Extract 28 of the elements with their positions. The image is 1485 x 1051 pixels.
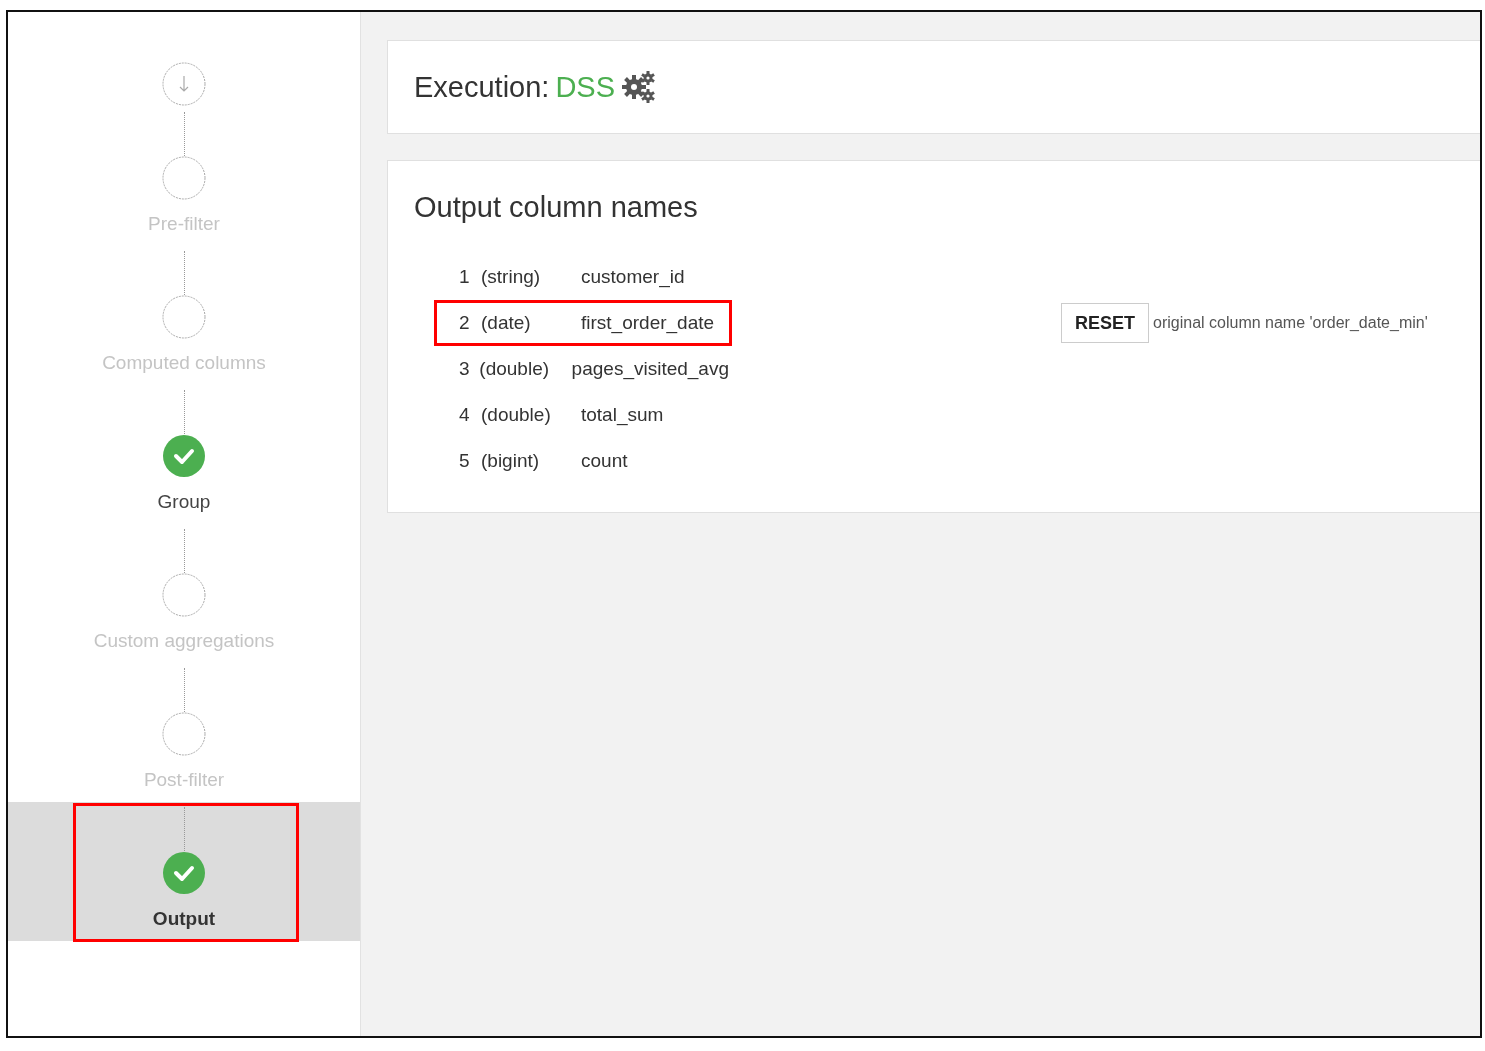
step-label: Group (157, 490, 211, 514)
column-type: (bigint) (481, 450, 541, 472)
step-label: Output (152, 907, 216, 931)
step-label: Computed columns (102, 351, 266, 375)
column-index: 2 (459, 312, 471, 334)
column-index: 1 (459, 266, 471, 288)
step-label: Custom aggregations (93, 629, 275, 653)
column-index: 3 (459, 358, 471, 380)
column-type: (date) (481, 312, 532, 334)
column-name[interactable]: customer_id (581, 266, 685, 288)
reset-button[interactable]: RESET (1061, 303, 1149, 343)
column-name[interactable]: total_sum (581, 404, 664, 426)
column-index: 4 (459, 404, 471, 426)
column-name[interactable]: count (581, 450, 628, 472)
gears-icon[interactable] (621, 70, 658, 104)
column-index: 5 (459, 450, 471, 472)
step-label: Post-filter (143, 768, 225, 792)
column-type: (double) (481, 404, 552, 426)
column-name[interactable]: first_order_date (581, 312, 715, 334)
original-name-note: original column name 'order_date_min' (1153, 314, 1428, 332)
step-item[interactable]: Group (8, 385, 360, 524)
column-type: (double) (479, 358, 551, 380)
step-label: Pre-filter (148, 212, 220, 236)
section-title: Output column names (414, 191, 699, 224)
column-type: (string) (481, 266, 542, 288)
execution-label: Execution: (414, 70, 550, 104)
column-name[interactable]: pages_visited_avg (571, 358, 729, 380)
step-item[interactable]: Output (8, 802, 360, 941)
